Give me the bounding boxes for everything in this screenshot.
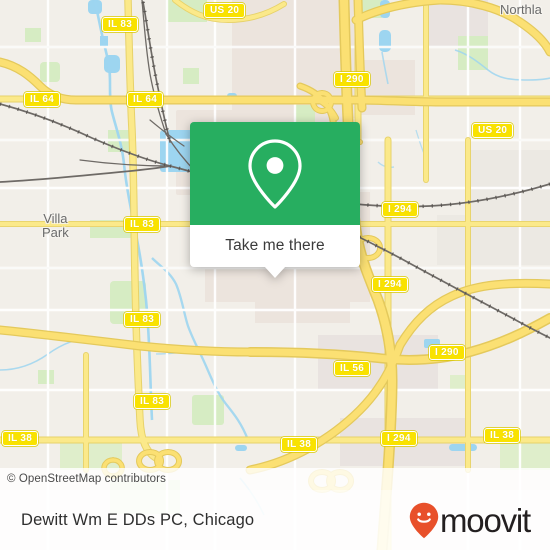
place-label: Villa Park [42,212,69,239]
popup-pointer [264,266,286,278]
place-label-line: Park [42,224,69,240]
road-shield: IL 83 [102,17,139,32]
road-shield: I 290 [334,72,370,87]
moovit-brand[interactable]: moovit [409,502,550,539]
road-shield: IL 83 [124,312,161,327]
road-shield: I 290 [429,345,465,360]
road-shield: IL 56 [334,361,371,376]
popup-header [190,122,360,225]
road-shield: IL 83 [134,394,171,409]
road-shield: IL 64 [127,92,164,107]
road-shield: I 294 [381,431,417,446]
road-shield: US 20 [472,123,514,138]
place-label-line: Northla [500,2,542,17]
moovit-pin-smiley-icon [409,502,439,538]
footer-bar: Dewitt Wm E DDs PC, Chicago moovit [0,490,550,550]
road-shield: IL 38 [281,437,318,452]
take-me-there-label: Take me there [225,237,325,254]
road-shield: IL 83 [124,217,161,232]
location-popup[interactable]: Take me there [190,122,360,278]
popup-body[interactable]: Take me there [190,225,360,278]
road-shield: IL 38 [2,431,39,446]
place-label: Northla [500,3,542,16]
place-label-line: Villa [43,211,68,226]
map-attribution-bar: © OpenStreetMap contributors [0,468,550,490]
map-pin-icon [248,138,302,209]
map-screenshot: IL 83 US 20 I 290 IL 64 IL 64 US 20 I 294 IL 83… [0,0,550,550]
road-shield: IL 64 [24,92,61,107]
moovit-wordmark: moovit [440,501,531,539]
osm-attribution-text[interactable]: © OpenStreetMap contributors [0,473,166,485]
road-shield: US 20 [204,3,246,18]
road-shield: I 294 [382,202,418,217]
location-title: Dewitt Wm E DDs PC, Chicago [21,510,255,529]
road-shield: IL 38 [484,428,521,443]
road-shield: I 294 [372,277,408,292]
